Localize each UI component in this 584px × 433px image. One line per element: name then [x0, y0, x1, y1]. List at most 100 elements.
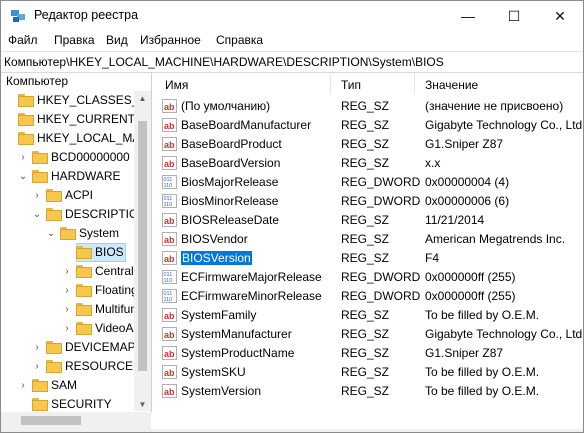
tree-item[interactable]: ⌄ System	[1, 224, 134, 243]
value-row[interactable]: ab BIOSVendor REG_SZ American Megatrends In…	[152, 230, 583, 249]
svg-text:ab: ab	[164, 349, 175, 359]
chevron-right-icon[interactable]: ›	[18, 152, 28, 163]
value-row[interactable]: 011 110 BiosMajorRelease REG_DWORD 0x0000000…	[152, 173, 583, 192]
value-row[interactable]: ab BaseBoardVersion REG_SZ x.x	[152, 154, 583, 173]
value-row[interactable]: ab (По умолчанию) REG_SZ (значение не присв…	[152, 97, 583, 116]
column-header-value[interactable]: Значение	[425, 72, 575, 97]
registry-editor-icon	[11, 10, 25, 22]
title-bar[interactable]: Редактор реестра — ☐ ✕	[1, 1, 583, 31]
value-row[interactable]: ab SystemFamily REG_SZ To be filled by O.E.…	[152, 306, 583, 325]
value-row[interactable]: ab SystemManufacturer REG_SZ Gigabyte Techn…	[152, 325, 583, 344]
tree-item[interactable]: › DEVICEMAP	[1, 338, 136, 357]
chevron-down-icon[interactable]: ⌄	[46, 228, 56, 239]
chevron-right-icon[interactable]: ›	[62, 323, 72, 334]
folder-icon	[76, 246, 92, 259]
tree-item[interactable]: › CentralPr	[1, 262, 146, 281]
value-row[interactable]: 011 110 ECFirmwareMajorRelease REG_DWORD 0x0…	[152, 268, 583, 287]
tree-root-computer[interactable]: Компьютер	[1, 72, 151, 91]
value-name[interactable]: ECFirmwareMinorRelease	[181, 289, 322, 303]
value-row[interactable]: 011 110 BiosMinorRelease REG_DWORD 0x0000000…	[152, 192, 583, 211]
scroll-up-icon[interactable]: ▲	[134, 91, 151, 105]
folder-icon	[32, 151, 48, 164]
value-name[interactable]: BaseBoardProduct	[181, 137, 282, 151]
value-name[interactable]: BIOSVersion	[181, 251, 252, 265]
value-name[interactable]: BiosMinorRelease	[181, 194, 278, 208]
chevron-right-icon[interactable]: ›	[62, 285, 72, 296]
column-header-type[interactable]: Тип	[341, 72, 421, 97]
menu-help[interactable]: Справка	[216, 33, 263, 47]
tree-horizontal-scrollbar[interactable]	[1, 412, 151, 429]
close-button[interactable]: ✕	[537, 1, 583, 31]
tree-item[interactable]: ⌄ HARDWARE	[1, 167, 134, 186]
chevron-right-icon[interactable]: ›	[32, 190, 42, 201]
address-bar[interactable]: Компьютер\HKEY_LOCAL_MACHINE\HARDWARE\DE…	[1, 51, 583, 73]
value-name[interactable]: SystemManufacturer	[181, 327, 292, 341]
tree-item[interactable]: › BCD00000000	[1, 148, 134, 167]
chevron-right-icon[interactable]: ›	[62, 304, 72, 315]
value-row[interactable]: ab SystemProductName REG_SZ G1.Sniper Z87	[152, 344, 583, 363]
chevron-down-icon[interactable]: ⌄	[18, 171, 28, 182]
scroll-down-icon[interactable]: ▼	[134, 397, 151, 411]
value-name[interactable]: ECFirmwareMajorRelease	[181, 270, 322, 284]
value-name[interactable]: (По умолчанию)	[181, 99, 270, 113]
tree-hscroll-thumb[interactable]	[21, 416, 81, 425]
column-divider[interactable]	[330, 74, 331, 94]
column-divider[interactable]	[414, 74, 415, 94]
tree-item[interactable]: HKEY_CURRENT_USER	[1, 110, 151, 129]
menu-view[interactable]: Вид	[106, 33, 128, 47]
tree-item-label: ACPI	[65, 188, 94, 202]
value-row[interactable]: ab BIOSReleaseDate REG_SZ 11/21/2014	[152, 211, 583, 230]
menu-edit[interactable]: Правка	[54, 33, 95, 47]
tree-item-label: SECURITY	[51, 397, 112, 411]
value-name[interactable]: BaseBoardVersion	[181, 156, 280, 170]
folder-icon	[76, 303, 92, 316]
value-row[interactable]: ab BIOSVersion REG_SZ F4	[152, 249, 583, 268]
value-row[interactable]: 011 110 ECFirmwareMinorRelease REG_DWORD 0x0…	[152, 287, 583, 306]
value-name[interactable]: BaseBoardManufacturer	[181, 118, 311, 132]
tree-item[interactable]: SECURITY	[1, 395, 134, 412]
svg-text:110: 110	[164, 297, 173, 303]
folder-icon	[76, 322, 92, 335]
tree-item[interactable]: › VideoAda	[1, 319, 147, 338]
value-name[interactable]: SystemProductName	[181, 346, 294, 360]
tree-item[interactable]: › Multifun	[1, 300, 137, 319]
menu-favorites[interactable]: Избранное	[140, 33, 201, 47]
tree-item[interactable]: HKEY_CLASSES_ROOT	[1, 91, 151, 110]
minimize-button[interactable]: —	[445, 1, 491, 31]
tree-item[interactable]: › ACPI	[1, 186, 134, 205]
tree-item[interactable]: › FloatingP	[1, 281, 146, 300]
value-row[interactable]: ab BaseBoardManufacturer REG_SZ Gigabyte Te…	[152, 116, 583, 135]
tree-item[interactable]: HKEY_LOCAL_MACHINE	[1, 129, 151, 148]
chevron-right-icon[interactable]: ›	[32, 361, 42, 372]
value-name[interactable]: BIOSVendor	[181, 232, 248, 246]
value-name[interactable]: SystemSKU	[181, 365, 246, 379]
string-value-icon: ab	[162, 365, 177, 379]
value-row[interactable]: ab SystemVersion REG_SZ To be filled by O.E…	[152, 382, 583, 401]
address-path[interactable]: Компьютер\HKEY_LOCAL_MACHINE\HARDWARE\DE…	[1, 55, 444, 69]
chevron-right-icon[interactable]: ›	[18, 380, 28, 391]
chevron-right-icon[interactable]: ›	[62, 266, 72, 277]
column-header-name[interactable]: Имя	[165, 72, 325, 97]
value-name[interactable]: SystemFamily	[181, 308, 256, 322]
folder-icon	[46, 360, 62, 373]
string-value-icon: ab	[162, 308, 177, 322]
maximize-button[interactable]: ☐	[491, 1, 537, 31]
tree-vertical-scrollbar[interactable]: ▲ ▼	[134, 91, 151, 411]
tree-item[interactable]: › SAM	[1, 376, 134, 395]
svg-text:ab: ab	[164, 102, 175, 112]
folder-icon	[32, 398, 48, 411]
tree-item[interactable]: › RESOURCEMAP	[1, 357, 151, 376]
binary-value-icon: 011 110	[162, 270, 177, 284]
value-name[interactable]: SystemVersion	[181, 384, 261, 398]
value-data: G1.Sniper Z87	[425, 346, 504, 360]
value-name[interactable]: BIOSReleaseDate	[181, 213, 279, 227]
value-row[interactable]: ab SystemSKU REG_SZ To be filled by O.E.M.	[152, 363, 583, 382]
value-name[interactable]: BiosMajorRelease	[181, 175, 278, 189]
tree-item[interactable]: ⌄ DESCRIPTION	[1, 205, 147, 224]
value-row[interactable]: ab BaseBoardProduct REG_SZ G1.Sniper Z87	[152, 135, 583, 154]
chevron-right-icon[interactable]: ›	[32, 342, 42, 353]
tree-scroll-thumb[interactable]	[138, 121, 147, 371]
menu-file[interactable]: Файл	[8, 33, 38, 47]
tree-item[interactable]: BIOS	[1, 243, 134, 262]
chevron-down-icon[interactable]: ⌄	[32, 209, 42, 220]
